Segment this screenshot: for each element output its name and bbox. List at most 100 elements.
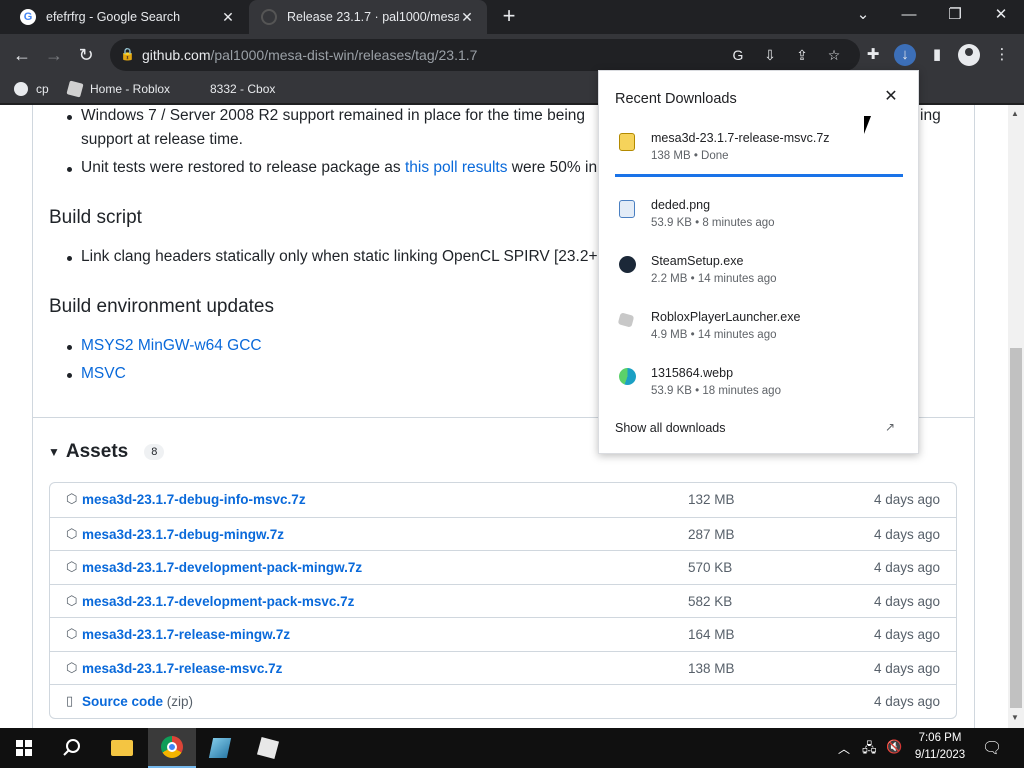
package-icon: ⬡ xyxy=(66,559,78,574)
close-window-button[interactable]: ✕ xyxy=(978,0,1024,30)
asset-link[interactable]: mesa3d-23.1.7-release-mingw.7z xyxy=(82,627,290,642)
download-meta: 53.9 KB • 18 minutes ago xyxy=(651,385,781,397)
github-icon xyxy=(14,82,28,96)
profile-avatar[interactable] xyxy=(958,44,980,66)
asset-row: ▯ Source code (zip) 4 days ago xyxy=(50,684,956,718)
download-meta: 53.9 KB • 8 minutes ago xyxy=(651,217,775,229)
open-external-icon[interactable]: ↗ xyxy=(885,420,899,434)
address-bar[interactable]: 🔒 github.com/pal1000/mesa-dist-win/relea… xyxy=(110,39,860,71)
asset-link[interactable]: mesa3d-23.1.7-development-pack-msvc.7z xyxy=(82,594,354,609)
chrome-taskbar-icon[interactable] xyxy=(148,728,196,768)
show-all-downloads-link[interactable]: Show all downloads xyxy=(615,421,726,435)
tab-google-search[interactable]: G efefrfrg - Google Search ✕ xyxy=(8,0,248,34)
bookmark-star-icon[interactable]: ☆ xyxy=(824,45,844,65)
asset-size: 164 MB xyxy=(688,627,735,642)
download-meta: 138 MB • Done xyxy=(651,150,729,162)
asset-link[interactable]: mesa3d-23.1.7-release-msvc.7z xyxy=(82,661,282,676)
downloads-icon[interactable]: ↓ xyxy=(894,44,916,66)
app-taskbar-icon[interactable] xyxy=(196,728,244,768)
google-icon: G xyxy=(20,9,36,25)
side-panel-icon[interactable]: ▮ xyxy=(926,44,948,66)
asset-size: 582 KB xyxy=(688,593,733,609)
asset-row: ⬡ mesa3d-23.1.7-release-msvc.7z 138 MB 4… xyxy=(50,650,956,685)
download-name: deded.png xyxy=(651,198,711,212)
url-text: github.com/pal1000/mesa-dist-win/release… xyxy=(142,47,478,63)
bookmark-label: cp xyxy=(36,82,49,96)
image-file-icon xyxy=(619,200,635,218)
tray-chevron-icon[interactable]: ︿ xyxy=(838,740,850,757)
install-app-icon[interactable]: ⇩ xyxy=(760,45,780,65)
notifications-icon[interactable]: 🗨 xyxy=(982,738,1002,758)
link-msys2[interactable]: MSYS2 MinGW-w64 GCC xyxy=(67,337,262,355)
link-msvc[interactable]: MSVC xyxy=(67,365,126,383)
assets-toggle[interactable]: ▼ Assets 8 xyxy=(48,441,165,463)
file-explorer-icon[interactable] xyxy=(98,728,146,768)
search-icon[interactable] xyxy=(48,728,96,768)
clock-time[interactable]: 7:06 PM xyxy=(908,732,972,744)
download-item[interactable]: 1315864.webp 53.9 KB • 18 minutes ago xyxy=(599,364,920,420)
asset-link[interactable]: mesa3d-23.1.7-development-pack-mingw.7z xyxy=(82,560,362,575)
heading-build-script: Build script xyxy=(49,207,142,228)
download-item[interactable]: deded.png 53.9 KB • 8 minutes ago xyxy=(599,196,920,252)
asset-row: ⬡ mesa3d-23.1.7-development-pack-mingw.7… xyxy=(50,550,956,584)
bookmark-label: 8332 - Cbox xyxy=(210,82,276,96)
asset-row: ⬡ mesa3d-23.1.7-release-mingw.7z 164 MB … xyxy=(50,617,956,651)
close-tab-icon[interactable]: ✕ xyxy=(459,9,475,26)
heading-build-env: Build environment updates xyxy=(49,296,274,317)
tab-release[interactable]: Release 23.1.7 · pal1000/mesa-di ✕ xyxy=(249,0,487,34)
asset-size: 570 KB xyxy=(688,560,733,575)
clock-date[interactable]: 9/11/2023 xyxy=(908,749,972,761)
asset-date: 4 days ago xyxy=(873,526,940,542)
asset-row: ⬡ mesa3d-23.1.7-debug-info-msvc.7z 132 M… xyxy=(50,483,956,517)
new-tab-button[interactable]: + xyxy=(498,5,520,28)
asset-date: 4 days ago xyxy=(873,560,940,575)
scroll-down-arrow[interactable]: ▼ xyxy=(1011,713,1019,722)
network-icon[interactable]: 🖧 xyxy=(862,739,877,761)
download-meta: 4.9 MB • 14 minutes ago xyxy=(651,329,777,341)
share-icon[interactable]: ⇪ xyxy=(792,45,812,65)
extensions-icon[interactable]: ✚ xyxy=(862,44,884,66)
download-name: SteamSetup.exe xyxy=(651,254,744,268)
archive-file-icon xyxy=(619,133,635,151)
menu-icon[interactable]: ⋮ xyxy=(991,44,1013,66)
bullet-clang: Link clang headers statically only when … xyxy=(67,248,598,265)
close-tab-icon[interactable]: ✕ xyxy=(220,9,236,26)
download-item[interactable]: SteamSetup.exe 2.2 MB • 14 minutes ago xyxy=(599,252,920,308)
asset-row: ⬡ mesa3d-23.1.7-debug-mingw.7z 287 MB 4 … xyxy=(50,516,956,551)
asset-link[interactable]: Source code (zip) xyxy=(82,694,193,709)
download-meta: 2.2 MB • 14 minutes ago xyxy=(651,273,777,285)
google-lens-icon[interactable]: G xyxy=(728,45,748,65)
bullet-unit-tests: Unit tests were restored to release pack… xyxy=(66,159,598,176)
scroll-thumb[interactable] xyxy=(1010,348,1022,708)
assets-heading: Assets xyxy=(65,441,129,462)
mouse-cursor xyxy=(864,116,871,134)
scroll-up-arrow[interactable]: ▲ xyxy=(1011,109,1019,118)
bookmark-cp[interactable]: cp xyxy=(14,82,49,96)
reload-button[interactable]: ↻ xyxy=(72,42,100,70)
forward-button[interactable]: → xyxy=(40,42,68,70)
page-scrollbar[interactable]: ▲ ▼ xyxy=(1008,105,1024,728)
back-button[interactable]: ← xyxy=(8,42,36,70)
minimize-button[interactable]: — xyxy=(886,0,932,30)
download-name: 1315864.webp xyxy=(651,366,734,380)
restore-button[interactable]: ❐ xyxy=(932,0,978,30)
asset-date: 4 days ago xyxy=(873,627,940,642)
download-item[interactable]: RobloxPlayerLauncher.exe 4.9 MB • 14 min… xyxy=(599,308,920,364)
asset-link[interactable]: mesa3d-23.1.7-debug-info-msvc.7z xyxy=(82,492,306,507)
bullet-win7-tail: ing xyxy=(920,107,941,124)
roblox-taskbar-icon[interactable] xyxy=(244,728,292,768)
bookmark-cbox[interactable]: 8332 - Cbox xyxy=(210,82,275,96)
bookmark-label: Home - Roblox xyxy=(90,82,171,96)
windows-start-icon[interactable] xyxy=(0,728,48,768)
volume-muted-icon[interactable]: 🔇 xyxy=(886,739,902,755)
asset-link[interactable]: mesa3d-23.1.7-debug-mingw.7z xyxy=(82,527,284,542)
bookmark-roblox[interactable]: Home - Roblox xyxy=(66,80,171,98)
close-icon[interactable]: ✕ xyxy=(883,89,899,105)
poll-results-link[interactable]: this poll results xyxy=(405,159,508,176)
tab-search-icon[interactable]: ⌄ xyxy=(840,0,886,30)
download-progress-bar xyxy=(615,174,903,177)
download-name: mesa3d-23.1.7-release-msvc.7z xyxy=(651,131,830,145)
file-zip-icon: ▯ xyxy=(66,693,74,708)
package-icon: ⬡ xyxy=(66,491,78,506)
lock-icon[interactable]: 🔒 xyxy=(120,47,135,63)
